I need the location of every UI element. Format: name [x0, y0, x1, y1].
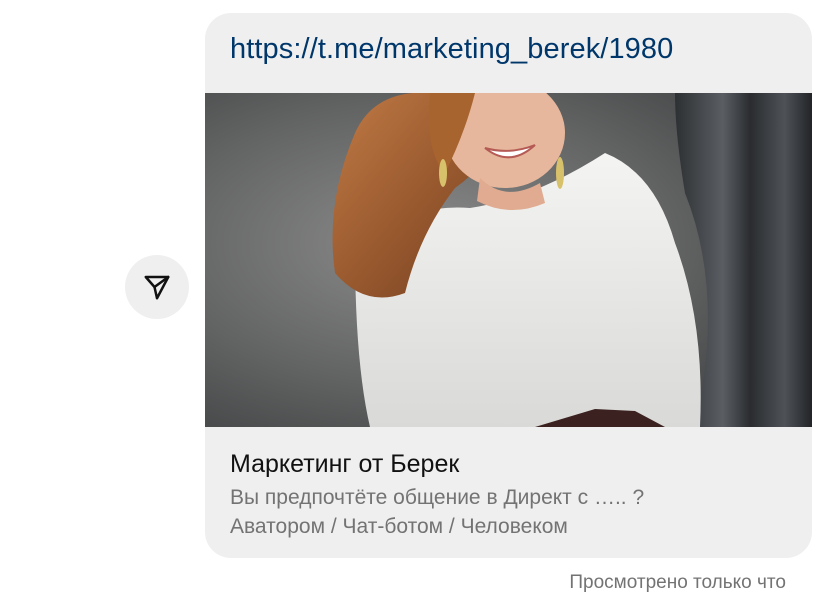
- send-arrow-icon: [144, 275, 170, 300]
- preview-description-line: Вы предпочтёте общение в Директ с ….. ?: [230, 486, 645, 509]
- link-preview-bubble[interactable]: https://t.me/marketing_berek/1980 Маркет…: [205, 13, 812, 558]
- message-link[interactable]: https://t.me/marketing_berek/1980: [230, 33, 673, 66]
- preview-title: Маркетинг от Берек: [230, 450, 460, 478]
- chat-thread: https://t.me/marketing_berek/1980 Маркет…: [0, 0, 828, 601]
- preview-description-line: Аватором / Чат-ботом / Человеком: [230, 515, 568, 538]
- seen-status: Просмотрено только что: [569, 572, 786, 593]
- share-button[interactable]: [125, 255, 189, 319]
- preview-description: Вы предпочтёте общение в Директ с ….. ? …: [230, 483, 800, 541]
- preview-image[interactable]: [205, 93, 812, 427]
